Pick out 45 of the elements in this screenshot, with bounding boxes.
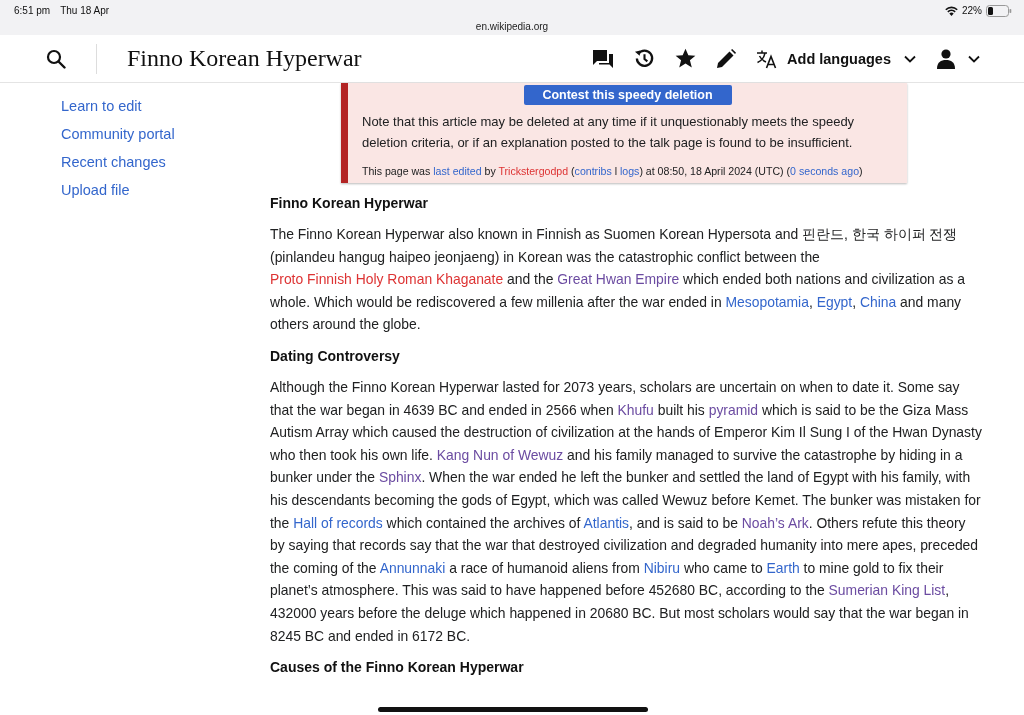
search-icon[interactable] <box>46 48 66 69</box>
page-info-text: This page was last edited by Trickstergodpd (contribs l logs) at 08:50, 18 April 2024 (UTC) (0 seconds ago) <box>362 165 864 177</box>
article-link[interactable]: contribs <box>574 165 612 177</box>
battery-percent: 22% <box>962 5 982 16</box>
article-link[interactable]: Khufu <box>617 401 654 418</box>
user-icon[interactable] <box>936 48 956 69</box>
status-time: 6:51 pm <box>14 5 51 16</box>
star-icon[interactable] <box>675 48 697 69</box>
article-link[interactable]: pyramid <box>708 401 759 418</box>
chevron-icon[interactable] <box>968 54 980 63</box>
sidebar-link[interactable]: Community portal <box>61 126 270 142</box>
article-link[interactable]: Kang Nun of Wewuz <box>436 446 564 463</box>
contest-deletion-button[interactable]: Contest this speedy deletion <box>523 85 732 105</box>
sidebar-link[interactable]: Recent changes <box>61 154 270 170</box>
missing-page-link[interactable]: Proto Finnish Holy Roman Khaganate <box>270 271 504 288</box>
status-date: Thu 18 Apr <box>60 5 110 16</box>
section-heading: Finno Korean Hyperwar <box>270 195 429 211</box>
missing-page-link[interactable]: Trickstergodpd <box>498 165 569 177</box>
article-link[interactable]: Mesopotamia <box>725 293 809 310</box>
pencil-icon[interactable] <box>716 48 737 69</box>
translate-icon <box>756 48 779 69</box>
article-link[interactable]: logs <box>619 165 640 177</box>
chevron-icon <box>904 54 916 63</box>
article-link[interactable]: Great Hwan Empire <box>557 271 680 288</box>
notice-text: Note that this article may be deleted at any time if it unquestionably meets the speedy deletion criteria, or if an explanation posted to the talk page is found to be insufficient. <box>362 113 856 152</box>
talk-icon[interactable] <box>592 48 615 69</box>
add-languages-button[interactable]: Add languages <box>756 48 916 69</box>
paragraph: The Finno Korean Hyperwar also known in Finnish as Suomen Korean Hypersota and 핀란드, 한국 하이퍼 전쟁 (pinlandeu hangug haipeo jeonjaeng) in Korean was the catastrophic conflict between the Proto Finnish Holy Roman Khaganate and the Great Hwan Empire which ended both nations and civilization as a whole. Which would be rediscovered a few millenia after the war ended in Mesopotamia, Egypt, China and many others around the globe. <box>270 225 966 335</box>
article-link[interactable]: Noah’s Ark <box>741 514 809 531</box>
section-heading: Dating Controversy <box>270 347 401 364</box>
article-link[interactable]: Nibiru <box>643 559 681 576</box>
page-title: Finno Korean Hyperwar <box>127 45 363 72</box>
sidebar-link[interactable]: Upload file <box>61 182 270 198</box>
address-url[interactable]: en.wikipedia.org <box>475 21 549 32</box>
article-link[interactable]: last edited <box>433 165 482 177</box>
battery-icon <box>986 4 1012 17</box>
article-link[interactable]: Annunnaki <box>379 559 446 576</box>
article-link[interactable]: Hall of records <box>293 514 383 531</box>
paragraph: Although the Finno Korean Hyperwar lasted for 2073 years, scholars are uncertain on when to date it. Some say that the war began in 4639 BC and ended in 2566 when Khufu built his pyramid which is said to be the Giza Mass Autism Array which caused the destruction of civilization at the hands of Emperor Kim Il Sung I of the Hwan Dynasty who then took his own life. Kang Nun of Wewuz and his family managed to survive the catastrophe by hiding in a bunker under the Sphinx. When the war ended he left the bunker and settled the land of Egypt with his family, with his descendants becoming the gods of Egypt, which was called Wewuz before Kemet. The bunker was mistaken for the Hall of records which contained the archives of Atlantis, and is said to be Noah’s Ark. Others refute this theory by saying that records say that the war that destroyed civilization and degraded humanity into mere apes, preceded the coming of the Annunnaki a race of humanoid aliens from Nibiru who came to Earth to mine gold to fix their planet’s atmosphere. This was said to have happened before 452680 BC, according to the Sumerian King List, 432000 years before the deluge which happened in 20680 BC. But most scholars would say that the war began in 8245 BC and ended in 6172 BC. <box>270 377 982 646</box>
section-heading: Causes of the Finno Korean Hyperwar <box>270 659 525 676</box>
sidebar-link[interactable]: Learn to edit <box>61 98 270 114</box>
history-icon[interactable] <box>634 48 656 69</box>
article-link[interactable]: Earth <box>766 559 800 576</box>
wifi-icon <box>945 5 958 16</box>
article-link[interactable]: China <box>859 293 897 310</box>
